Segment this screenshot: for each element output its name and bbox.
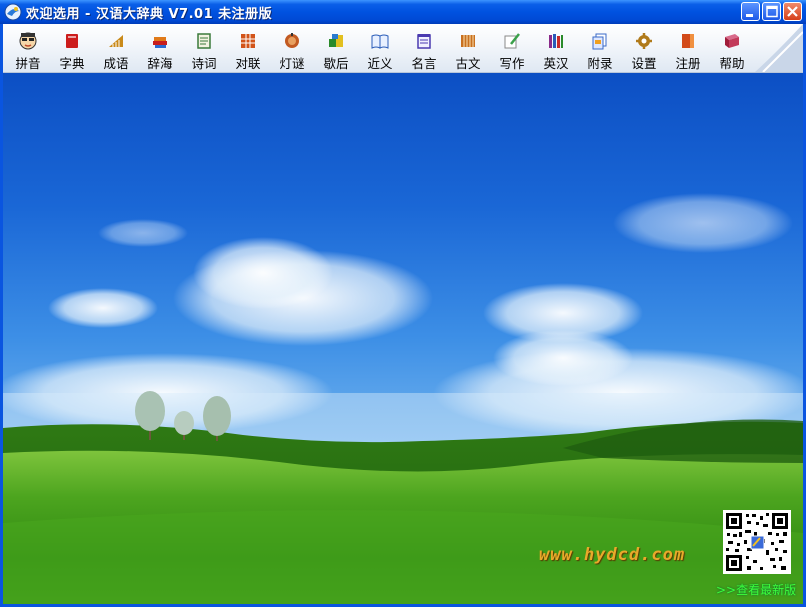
gear-icon [636, 33, 652, 49]
toolbar-button-label: 附录 [587, 56, 613, 71]
toolbar-button-label: 歇后 [323, 56, 349, 71]
toolbar-button-16[interactable]: 注册 [666, 24, 710, 72]
ruler-icon [109, 35, 123, 47]
close-icon [787, 6, 798, 17]
toolbar-button-label: 古文 [455, 56, 481, 71]
minimize-button[interactable] [741, 2, 760, 21]
toolbar-button-13[interactable]: 英汉 [534, 24, 578, 72]
notepad-icon [417, 34, 431, 49]
toolbar-button-2[interactable]: 字典 [50, 24, 94, 72]
bamboo-icon [461, 35, 475, 47]
toolbar-button-11[interactable]: 古文 [446, 24, 490, 72]
bookshelf-icon [549, 34, 563, 48]
face-icon [19, 32, 37, 50]
qr-code[interactable] [723, 510, 791, 574]
toolbar-button-6[interactable]: 对联 [226, 24, 270, 72]
window-title: 欢迎选用 - 汉语大辞典 V7.01 未注册版 [26, 7, 273, 22]
blocks-icon [329, 34, 343, 47]
app-window: 欢迎选用 - 汉语大辞典 V7.01 未注册版 拼音 字典 成语 辞海 诗词 对联 灯谜 歇后… [0, 0, 806, 607]
grid-icon [241, 34, 255, 48]
toolbar-button-1[interactable]: 拼音 [6, 24, 50, 72]
toolbar-button-label: 对联 [235, 56, 261, 71]
maximize-button[interactable] [762, 2, 781, 21]
maximize-icon [766, 5, 778, 18]
toolbar-button-5[interactable]: 诗词 [182, 24, 226, 72]
toolbar-button-label: 辞海 [147, 56, 173, 71]
toolbar-button-label: 设置 [631, 56, 657, 71]
toolbar-button-12[interactable]: 写作 [490, 24, 534, 72]
toolbar-decoration [755, 24, 803, 72]
help-book-icon [725, 34, 739, 48]
app-logo-icon [4, 3, 22, 21]
toolbar-button-label: 帮助 [719, 56, 745, 71]
background-landscape-image [3, 193, 803, 604]
toolbar-button-label: 诗词 [191, 56, 217, 71]
toolbar-button-4[interactable]: 辞海 [138, 24, 182, 72]
website-url: www.hydcd.com [539, 545, 686, 565]
toolbar-button-9[interactable]: 近义 [358, 24, 402, 72]
books-icon [153, 37, 167, 48]
toolbar-button-7[interactable]: 灯谜 [270, 24, 314, 72]
close-button[interactable] [783, 2, 802, 21]
toolbar-button-label: 名言 [411, 56, 437, 71]
check-latest-version-link[interactable]: >>查看最新版 [716, 581, 796, 598]
toolbar-button-label: 注册 [675, 56, 701, 71]
main-toolbar: 拼音 字典 成语 辞海 诗词 对联 灯谜 歇后 近义 名言 古文 写作 英汉 附录 设置 注册 帮助 [3, 24, 803, 73]
register-book-icon [682, 34, 694, 48]
toolbar-button-label: 英汉 [543, 56, 569, 71]
open-book-icon [371, 34, 389, 49]
toolbar-button-label: 灯谜 [279, 56, 305, 71]
toolbar-button-label: 近义 [367, 56, 393, 71]
toolbar-button-label: 成语 [103, 56, 129, 71]
toolbar-button-label: 写作 [499, 56, 525, 71]
pen-paper-icon [504, 33, 520, 49]
toolbar-button-label: 拼音 [15, 56, 41, 71]
toolbar-button-8[interactable]: 歇后 [314, 24, 358, 72]
minimize-icon [746, 14, 753, 17]
title-bar[interactable]: 欢迎选用 - 汉语大辞典 V7.01 未注册版 [0, 0, 806, 24]
lantern-icon [285, 33, 299, 48]
toolbar-button-17[interactable]: 帮助 [710, 24, 754, 72]
scroll-icon [197, 33, 211, 49]
toolbar-button-14[interactable]: 附录 [578, 24, 622, 72]
documents-icon [592, 33, 607, 50]
toolbar-button-3[interactable]: 成语 [94, 24, 138, 72]
toolbar-button-label: 字典 [59, 56, 85, 71]
main-content-area: www.hydcd.com >>查看最新版 [3, 73, 803, 604]
toolbar-button-10[interactable]: 名言 [402, 24, 446, 72]
red-book-icon [66, 34, 78, 48]
toolbar-button-15[interactable]: 设置 [622, 24, 666, 72]
